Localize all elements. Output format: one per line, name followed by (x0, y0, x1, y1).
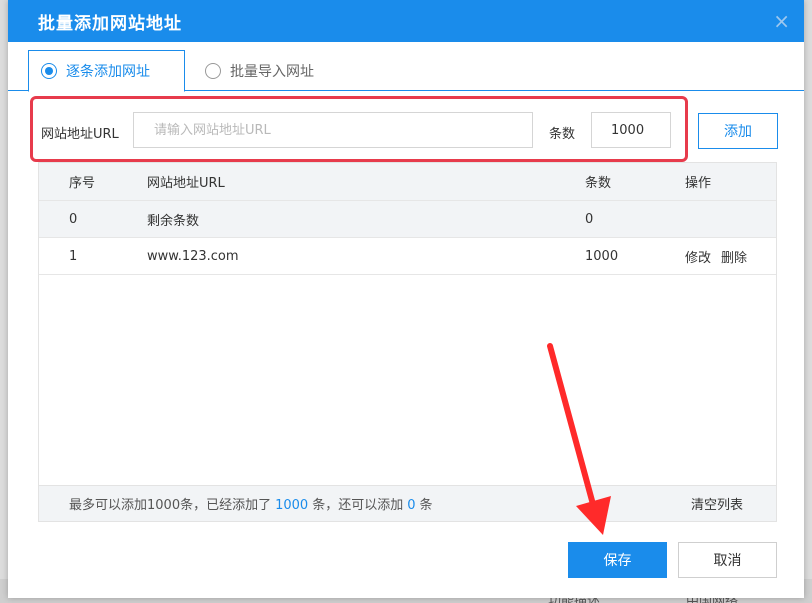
quota-middle: 条，还可以添加 (312, 498, 404, 513)
quota-suffix: 条 (419, 498, 433, 513)
tab-add-one-by-one[interactable]: 逐条添加网址 (28, 50, 185, 92)
dialog-title: 批量添加网站地址 (38, 13, 182, 34)
edit-link[interactable]: 修改 (685, 247, 711, 266)
added-count: 1000 (275, 498, 309, 513)
tab-label: 批量导入网址 (230, 63, 314, 80)
quota-prefix: 最多可以添加1000条，已经添加了 (69, 498, 272, 513)
cancel-button[interactable]: 取消 (678, 542, 777, 578)
cell-url: 剩余条数 (147, 213, 200, 229)
table-header: 序号 网站地址URL 条数 操作 (39, 163, 776, 201)
url-input[interactable] (133, 112, 533, 148)
close-icon[interactable]: × (773, 11, 790, 31)
url-input-row: 网站地址URL 条数 (30, 96, 688, 162)
cell-url: www.123.com (147, 248, 239, 264)
column-header-url: 网站地址URL (147, 176, 225, 191)
add-button[interactable]: 添加 (698, 113, 778, 149)
column-header-count: 条数 (585, 176, 612, 191)
url-table: 序号 网站地址URL 条数 操作 0 剩余条数 0 1 www.123.com … (38, 162, 777, 522)
count-input[interactable] (591, 112, 671, 148)
batch-add-dialog: 批量添加网站地址 × 逐条添加网址 批量导入网址 网站地址URL 条数 添加 序… (8, 0, 804, 598)
column-header-actions: 操作 (685, 176, 712, 191)
table-footer: 最多可以添加1000条，已经添加了 1000 条，还可以添加 0 条 清空列表 (39, 485, 776, 521)
url-label: 网站地址URL (41, 127, 119, 142)
tab-label: 逐条添加网址 (66, 64, 150, 80)
cell-index: 0 (69, 211, 78, 227)
cell-count: 0 (585, 211, 594, 227)
remaining-count: 0 (407, 498, 416, 513)
delete-link[interactable]: 删除 (721, 247, 747, 266)
save-button[interactable]: 保存 (568, 542, 667, 578)
cell-actions: 修改 删除 (685, 247, 747, 266)
table-row: 0 剩余条数 0 (39, 201, 776, 238)
radio-unchecked-icon[interactable] (205, 62, 221, 79)
dialog-header: 批量添加网站地址 × (8, 0, 804, 42)
count-label: 条数 (549, 127, 576, 142)
cell-index: 1 (69, 248, 78, 264)
quota-summary: 最多可以添加1000条，已经添加了 1000 条，还可以添加 0 条 (69, 494, 433, 513)
tab-batch-import[interactable]: 批量导入网址 (193, 50, 314, 91)
tab-bar: 逐条添加网址 批量导入网址 (8, 42, 804, 92)
column-header-index: 序号 (69, 176, 96, 191)
table-row: 1 www.123.com 1000 修改 删除 (39, 238, 776, 275)
clear-list-link[interactable]: 清空列表 (691, 494, 743, 513)
radio-checked-icon[interactable] (41, 63, 57, 79)
cell-count: 1000 (585, 248, 619, 264)
